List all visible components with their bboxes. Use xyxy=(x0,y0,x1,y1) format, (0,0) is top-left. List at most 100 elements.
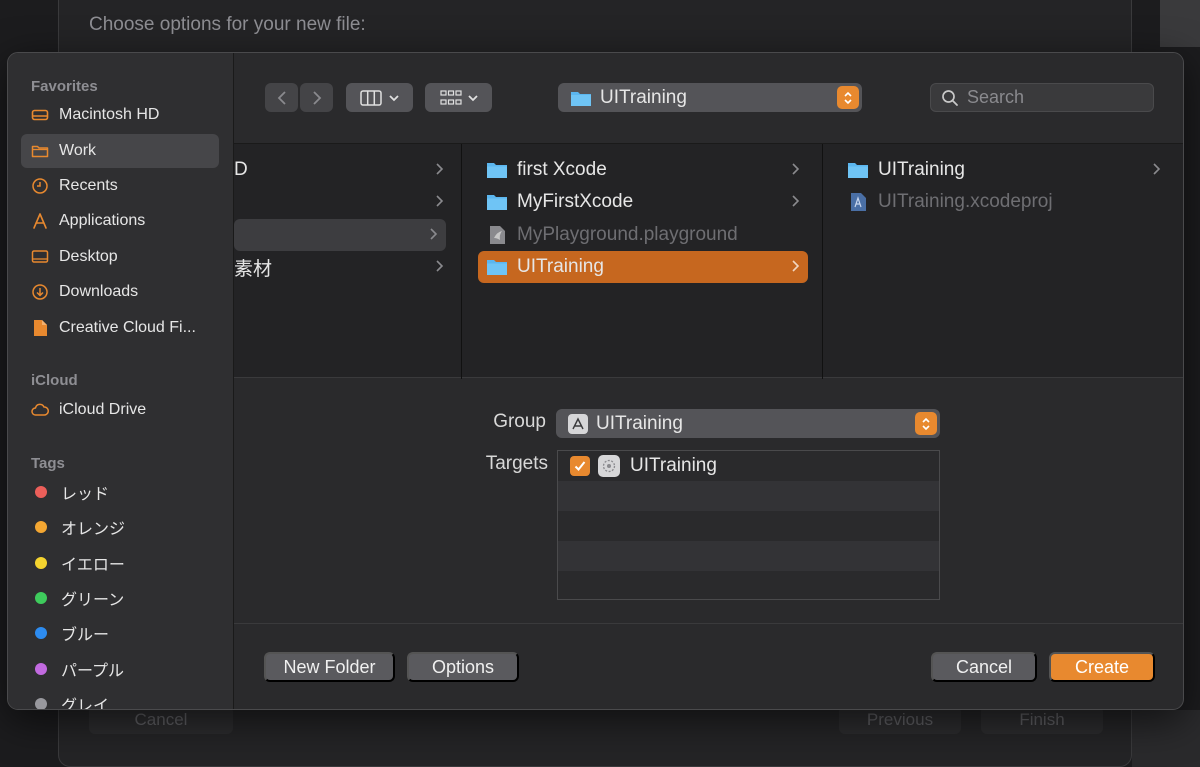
sidebar-tag-gray[interactable]: グレイ xyxy=(21,687,219,709)
empty-table-row xyxy=(558,481,939,511)
sidebar-item-recents[interactable]: Recents xyxy=(21,169,219,203)
popup-stepper-icon xyxy=(837,86,859,109)
sidebar-item-label: Macintosh HD xyxy=(59,106,160,123)
tag-color-dot xyxy=(35,486,47,498)
download-icon xyxy=(31,283,49,301)
target-row[interactable]: UITraining xyxy=(558,451,939,481)
tag-color-dot xyxy=(35,663,47,675)
chevron-right-icon xyxy=(436,260,444,272)
folder-icon xyxy=(487,163,507,178)
sidebar-item-macintosh-hd[interactable]: Macintosh HD xyxy=(21,98,219,132)
app-target-icon xyxy=(598,455,620,477)
row-label: UITraining xyxy=(878,159,965,180)
popup-stepper-icon xyxy=(915,412,937,435)
chevron-left-icon xyxy=(277,90,286,105)
sidebar-item-label: ブルー xyxy=(61,627,110,644)
grid-icon xyxy=(439,89,462,105)
browser-row-uitraining[interactable]: UITraining xyxy=(478,251,808,283)
cancel-button[interactable]: Cancel xyxy=(931,652,1037,682)
browser-row-first-xcode[interactable]: first Xcode xyxy=(478,154,808,186)
sidebar-item-label: Downloads xyxy=(59,283,139,300)
sidebar-item-creative-cloud-files[interactable]: Creative Cloud Fi... xyxy=(21,311,219,345)
group-popup[interactable]: UITraining xyxy=(556,409,940,438)
row-label: MyFirstXcode xyxy=(517,191,634,212)
browser-row[interactable]: 素材 xyxy=(234,251,452,283)
sidebar-item-applications[interactable]: Applications xyxy=(21,204,219,238)
save-panel: Favorites Macintosh HD Work Recents Appl… xyxy=(7,52,1184,710)
browser-row-myfirstxcode[interactable]: MyFirstXcode xyxy=(478,186,808,218)
chevron-right-icon xyxy=(436,163,444,175)
sidebar-item-label: Applications xyxy=(59,212,146,229)
chevron-right-icon xyxy=(430,228,438,240)
sheet-finish-button[interactable]: Finish xyxy=(981,706,1103,734)
target-checkbox[interactable] xyxy=(570,456,590,476)
sidebar-item-work[interactable]: Work xyxy=(21,134,219,168)
sidebar-item-label: Desktop xyxy=(59,248,118,265)
tag-color-dot xyxy=(35,698,47,709)
row-label: UITraining.xcodeproj xyxy=(878,191,1053,212)
row-label: 素材 xyxy=(234,258,273,280)
chevron-down-icon xyxy=(467,94,478,101)
project-icon xyxy=(568,413,588,434)
location-label: UITraining xyxy=(600,86,687,108)
sidebar-tag-blue[interactable]: ブルー xyxy=(21,616,219,650)
sidebar-item-label: オレンジ xyxy=(61,521,126,538)
icloud-header: iCloud xyxy=(31,372,78,389)
column-browser: D 素材 first Xcode MyFirstXcode MyPlaygrou… xyxy=(234,143,1183,379)
sheet-previous-button[interactable]: Previous xyxy=(839,706,961,734)
sidebar: Favorites Macintosh HD Work Recents Appl… xyxy=(8,53,234,709)
targets-label: Targets xyxy=(485,453,548,474)
row-label: D xyxy=(234,159,248,180)
tag-color-dot xyxy=(35,521,47,533)
back-button[interactable] xyxy=(265,83,298,112)
sidebar-item-icloud-drive[interactable]: iCloud Drive xyxy=(21,393,219,427)
columns-view-icon xyxy=(359,89,382,106)
sidebar-item-downloads[interactable]: Downloads xyxy=(21,275,219,309)
background-window-edge xyxy=(1132,710,1200,767)
sidebar-tag-orange[interactable]: オレンジ xyxy=(21,510,219,544)
tag-color-dot xyxy=(35,592,47,604)
browser-row[interactable] xyxy=(234,186,452,218)
sidebar-tag-yellow[interactable]: イエロー xyxy=(21,546,219,580)
clock-icon xyxy=(31,177,49,195)
browser-row[interactable] xyxy=(234,219,446,251)
chevron-right-icon xyxy=(792,163,800,175)
create-button[interactable]: Create xyxy=(1049,652,1155,682)
sidebar-item-desktop[interactable]: Desktop xyxy=(21,240,219,274)
chevron-right-icon xyxy=(792,195,800,207)
chevron-right-icon xyxy=(312,90,321,105)
favorites-header: Favorites xyxy=(31,78,98,95)
options-button[interactable]: Options xyxy=(407,652,519,682)
forward-button[interactable] xyxy=(300,83,333,112)
search-field[interactable] xyxy=(930,83,1154,112)
sidebar-tag-green[interactable]: グリーン xyxy=(21,581,219,615)
chevron-down-icon xyxy=(388,94,399,101)
xcodeproj-file-icon xyxy=(851,193,866,211)
targets-table: UITraining xyxy=(557,450,940,600)
browser-row-xcodeproj: UITraining.xcodeproj xyxy=(839,186,1169,218)
background-window-edge xyxy=(1160,0,1200,47)
browser-row[interactable]: D xyxy=(234,154,452,186)
document-icon xyxy=(31,319,49,337)
browser-row-uitraining-folder[interactable]: UITraining xyxy=(839,154,1169,186)
search-icon xyxy=(942,89,958,106)
folder-icon xyxy=(487,195,507,210)
cloud-icon xyxy=(31,401,49,419)
empty-table-row xyxy=(558,511,939,541)
empty-table-row xyxy=(558,541,939,571)
sheet-cancel-button[interactable]: Cancel xyxy=(89,706,233,734)
view-mode-button[interactable] xyxy=(346,83,413,112)
checkmark-icon xyxy=(574,461,586,471)
group-value: UITraining xyxy=(596,412,683,434)
sidebar-item-label: イエロー xyxy=(61,557,125,574)
group-label: Group xyxy=(493,411,546,432)
location-popup[interactable]: UITraining xyxy=(558,83,862,112)
search-input[interactable] xyxy=(967,87,1147,108)
tag-color-dot xyxy=(35,627,47,639)
toolbar: UITraining xyxy=(234,53,1183,143)
group-by-button[interactable] xyxy=(425,83,492,112)
sidebar-tag-red[interactable]: レッド xyxy=(21,475,219,509)
sidebar-item-label: iCloud Drive xyxy=(59,401,147,418)
sidebar-tag-purple[interactable]: パープル xyxy=(21,652,219,686)
new-folder-button[interactable]: New Folder xyxy=(264,652,395,682)
